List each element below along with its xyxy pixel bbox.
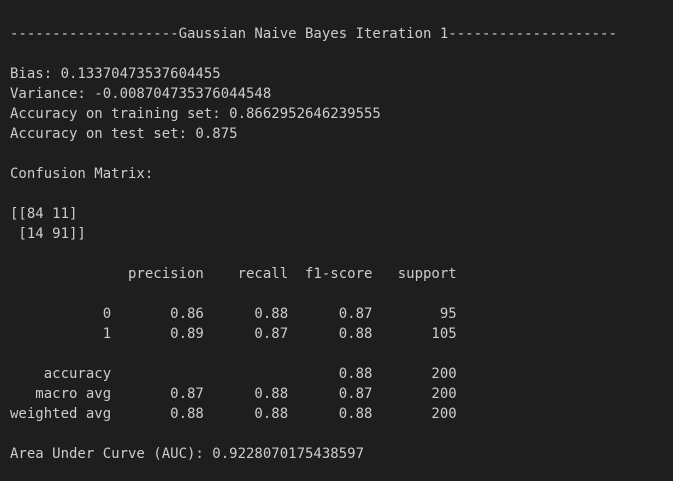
report-row-class-1: 1 0.89 0.87 0.88 105 [10,326,457,342]
confusion-matrix-row: [14 91]] [10,226,86,242]
report-row-weighted-avg: weighted avg 0.88 0.88 0.88 200 [10,406,457,422]
report-row-class-0: 0 0.86 0.88 0.87 95 [10,306,457,322]
report-row-accuracy: accuracy 0.88 200 [10,366,457,382]
report-header: precision recall f1-score support [10,266,457,282]
auc-line: Area Under Curve (AUC): 0.92280701754385… [10,446,365,462]
confusion-matrix-title: Confusion Matrix: [10,166,154,182]
training-accuracy-line: Accuracy on training set: 0.866295264623… [10,106,381,122]
bias-line: Bias: 0.13370473537604455 [10,66,221,82]
confusion-matrix-row: [[84 11] [10,206,78,222]
iteration-header: --------------------Gaussian Naive Bayes… [10,26,617,42]
terminal-output: --------------------Gaussian Naive Bayes… [0,0,673,481]
test-accuracy-line: Accuracy on test set: 0.875 [10,126,238,142]
variance-line: Variance: -0.008704735376044548 [10,86,272,102]
report-row-macro-avg: macro avg 0.87 0.88 0.87 200 [10,386,457,402]
